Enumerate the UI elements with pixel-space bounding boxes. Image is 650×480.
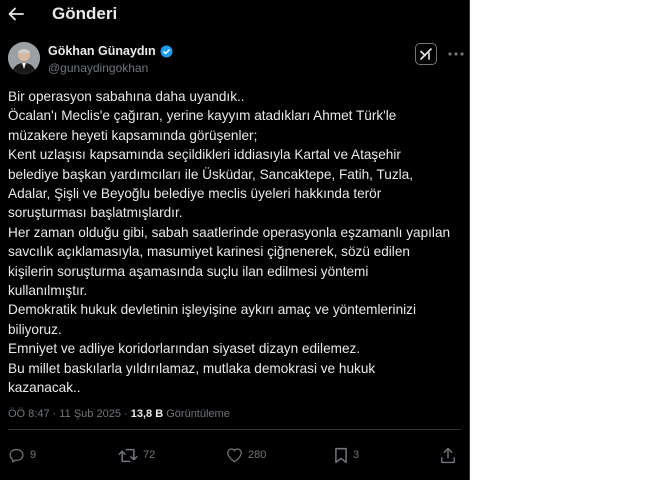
grok-button[interactable]	[415, 43, 437, 65]
tweet-text-line: Öcalan'ı Meclis'e çağıran, yerine kayyım…	[8, 108, 397, 124]
reply-count: 9	[30, 449, 37, 461]
tweet-text-line: savcılık açıklamasıyla, masumiyet karine…	[8, 244, 410, 260]
verified-badge-icon	[160, 45, 173, 58]
tweet-text-line: kazanacak..	[8, 380, 81, 396]
page-header: Gönderi	[0, 0, 470, 28]
avatar[interactable]	[8, 42, 40, 74]
bookmark-icon	[334, 447, 348, 464]
tweet-text-line: müzakere heyeti kapsamında görüşenler;	[8, 127, 258, 143]
tweet-text-line: biliyoruz.	[8, 321, 62, 337]
author-handle[interactable]: @gunaydingokhan	[48, 61, 148, 76]
bookmark-count: 3	[353, 449, 360, 461]
tweet-text-line: kullanılmıştır.	[8, 283, 88, 299]
tweet-text-line: Emniyet ve adliye koridorlarından siyase…	[8, 341, 361, 357]
repost-button[interactable]: 72	[118, 444, 155, 466]
view-label: Görüntüleme	[166, 408, 230, 420]
tweet-text-line: Adalar, Şişli ve Beyoğlu belediye meclis…	[8, 186, 382, 202]
grok-icon	[419, 47, 433, 61]
like-button[interactable]: 280	[226, 444, 266, 466]
tweet-text-line: Demokratik hukuk devletinin işleyişine a…	[8, 302, 416, 318]
arrow-left-icon	[8, 7, 24, 21]
more-horizontal-icon	[448, 52, 464, 56]
tweet-text-line: Bu millet baskılarla yıldırılamaz, mutla…	[8, 360, 376, 376]
bookmark-button[interactable]: 3	[334, 444, 359, 466]
meta-separator: ·	[124, 408, 128, 420]
tweet-text: Bir operasyon sabahına daha uyandık.. Öca…	[8, 87, 466, 398]
page-title: Gönderi	[52, 4, 118, 23]
back-button[interactable]	[2, 0, 30, 28]
tweet-text-line: belediye başkan yardımcıları ile Üsküdar…	[8, 166, 413, 182]
tweet-text-line: Her zaman olduğu gibi, sabah saatlerinde…	[8, 224, 451, 240]
share-icon	[440, 447, 456, 464]
more-options-button[interactable]	[445, 43, 467, 65]
repost-count: 72	[143, 449, 156, 461]
tweet-text-line: Kent uzlaşısı kapsamında seçildikleri id…	[8, 147, 401, 163]
author-name-text: Gökhan Günaydın	[48, 44, 156, 58]
reply-button[interactable]: 9	[8, 444, 36, 466]
post-time[interactable]: ÖÖ 8:47	[8, 408, 50, 420]
post-detail-page: Gönderi Gökhan Günaydın @gunaydingokhan	[0, 0, 470, 480]
post-date[interactable]: 11 Şub 2025	[59, 408, 121, 420]
tweet-text-line: kişilerin soruşturma aşamasında suçlu il…	[8, 263, 369, 279]
heart-icon	[226, 447, 243, 463]
share-button[interactable]	[440, 444, 456, 466]
view-count: 13,8 B	[130, 408, 164, 420]
author-block: Gökhan Günaydın @gunaydingokhan	[8, 42, 464, 78]
tweet-text-line: Bir operasyon sabahına daha uyandık..	[8, 89, 245, 104]
action-bar: 9 72 280 3	[8, 444, 462, 466]
tweet-text-line: soruşturması başlatmışlardır.	[8, 205, 183, 221]
repost-icon	[118, 447, 138, 464]
reply-icon	[8, 447, 25, 464]
like-count: 280	[248, 449, 267, 461]
meta-separator: ·	[52, 408, 57, 420]
author-name[interactable]: Gökhan Günaydın	[48, 44, 173, 59]
post-meta: ÖÖ 8:47 · 11 Şub 2025 · 13,8 B Görüntüle…	[8, 406, 230, 422]
divider	[8, 429, 461, 430]
